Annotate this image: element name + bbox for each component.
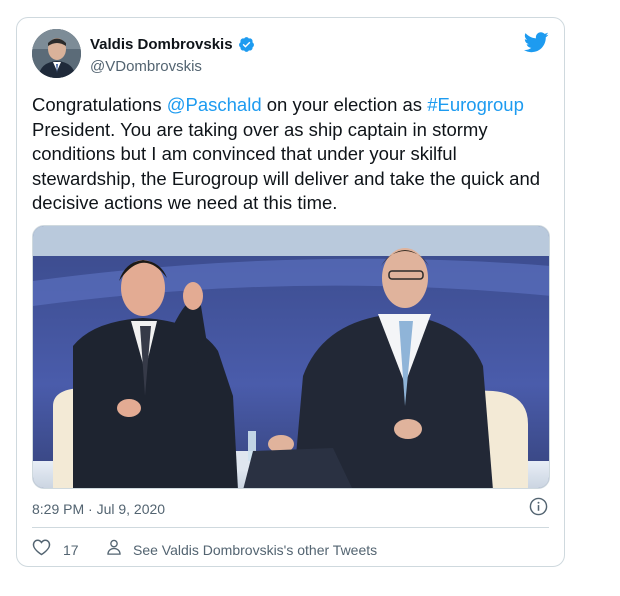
info-icon[interactable] — [529, 497, 548, 516]
avatar[interactable] — [32, 29, 81, 78]
like-button[interactable]: 17 — [32, 538, 79, 561]
author-handle[interactable]: @VDombrovskis — [90, 58, 202, 75]
like-count: 17 — [63, 541, 79, 558]
other-tweets-link[interactable]: See Valdis Dombrovskis's other Tweets — [105, 538, 377, 561]
divider — [32, 527, 549, 528]
tweet-card: Valdis Dombrovskis @VDombrovskis Congrat… — [16, 17, 565, 567]
tweet-timestamp[interactable]: 8:29 PM · Jul 9, 2020 — [32, 501, 165, 517]
tweet-photo[interactable] — [32, 225, 550, 489]
author-display-name[interactable]: Valdis Dombrovskis — [90, 36, 255, 53]
twitter-bird-icon[interactable] — [523, 32, 549, 53]
tweet-text-segment: on your election as — [261, 94, 428, 115]
tweet-text-segment: Congratulations — [32, 94, 167, 115]
tweet-text: Congratulations @Paschald on your electi… — [32, 93, 552, 216]
heart-icon[interactable] — [32, 538, 51, 561]
mention-link[interactable]: @Paschald — [167, 94, 262, 115]
hashtag-link[interactable]: #Eurogroup — [427, 94, 524, 115]
tweet-text-segment: President. You are taking over as ship c… — [32, 118, 541, 214]
verified-badge-icon — [238, 36, 255, 53]
author-name-text[interactable]: Valdis Dombrovskis — [90, 36, 233, 53]
person-icon — [105, 538, 123, 561]
other-tweets-label[interactable]: See Valdis Dombrovskis's other Tweets — [133, 542, 377, 558]
